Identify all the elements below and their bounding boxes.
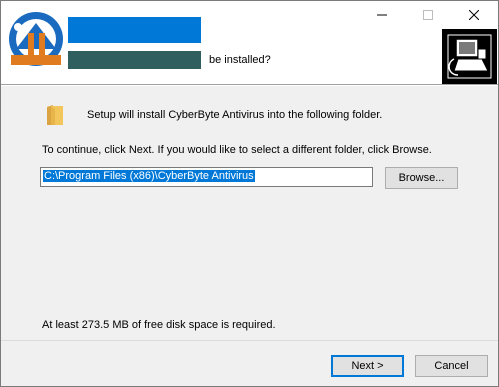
- next-button[interactable]: Next >: [331, 355, 404, 377]
- install-path-input[interactable]: C:\Program Files (x86)\CyberByte Antivir…: [40, 167, 373, 187]
- minimize-icon: [377, 14, 387, 16]
- disk-space-text: At least 273.5 MB of free disk space is …: [42, 319, 276, 331]
- title-redaction: [68, 17, 201, 43]
- browse-button[interactable]: Browse...: [385, 167, 458, 189]
- maximize-icon: [423, 10, 433, 20]
- wizard-computer-icon: [442, 29, 497, 84]
- instructions-text: To continue, click Next. If you would li…: [42, 144, 432, 156]
- close-button[interactable]: [451, 1, 497, 29]
- header-divider-highlight: [1, 85, 498, 86]
- maximize-button[interactable]: [405, 1, 451, 29]
- wizard-header: be installed?: [1, 1, 498, 84]
- cancel-button[interactable]: Cancel: [415, 355, 488, 377]
- subtitle-text: be installed?: [209, 54, 271, 66]
- install-path-value: C:\Program Files (x86)\CyberByte Antivir…: [43, 170, 255, 182]
- setup-window: be installed? Setup will install CyberBy…: [0, 0, 499, 387]
- minimize-button[interactable]: [359, 1, 405, 29]
- app-logo-icon: [6, 9, 66, 69]
- close-icon: [469, 10, 479, 20]
- footer-divider: [1, 340, 498, 341]
- subtitle-redaction: [68, 51, 201, 69]
- folder-icon: [47, 105, 63, 125]
- intro-text: Setup will install CyberByte Antivirus i…: [87, 109, 383, 121]
